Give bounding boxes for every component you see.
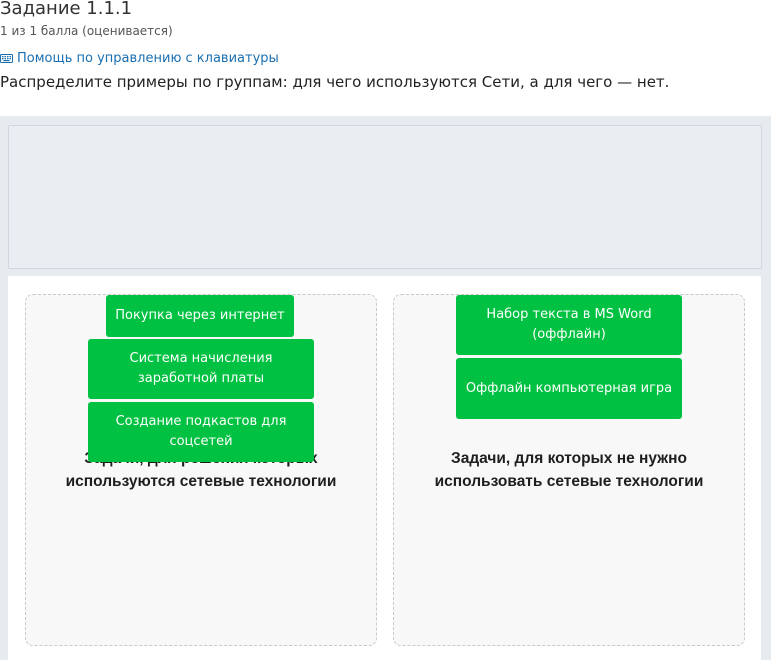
problem-instruction: Распределите примеры по группам: для чег… [0,73,670,91]
draggable-item[interactable]: Покупка через интернет [106,295,294,337]
item-bank[interactable] [8,125,762,269]
draggable-item[interactable]: Создание подкастов для соцсетей [88,402,314,462]
drop-zone-offline-label: Задачи, для которых не нужно использоват… [434,450,704,490]
draggable-item[interactable]: Набор текста в MS Word (оффлайн) [456,295,682,355]
problem-score: 1 из 1 балла (оценивается) [0,24,173,38]
drop-zone-offline[interactable]: Задачи, для которых не нужно использоват… [393,294,745,646]
keyboard-icon [0,54,13,63]
draggable-item[interactable]: Система начисления заработной платы [88,339,314,399]
draggable-item[interactable]: Оффлайн компьютерная игра [456,358,682,419]
problem-title: Задание 1.1.1 [0,0,133,19]
drag-drop-workspace: Задачи, для решения которых используются… [0,116,771,660]
keyboard-help-label[interactable]: Помощь по управлению с клавиатуры [17,51,279,66]
keyboard-help-link[interactable]: Помощь по управлению с клавиатуры [0,51,279,66]
drop-zone-network[interactable]: Задачи, для решения которых используются… [25,294,377,646]
targets-panel: Задачи, для решения которых используются… [8,276,761,660]
